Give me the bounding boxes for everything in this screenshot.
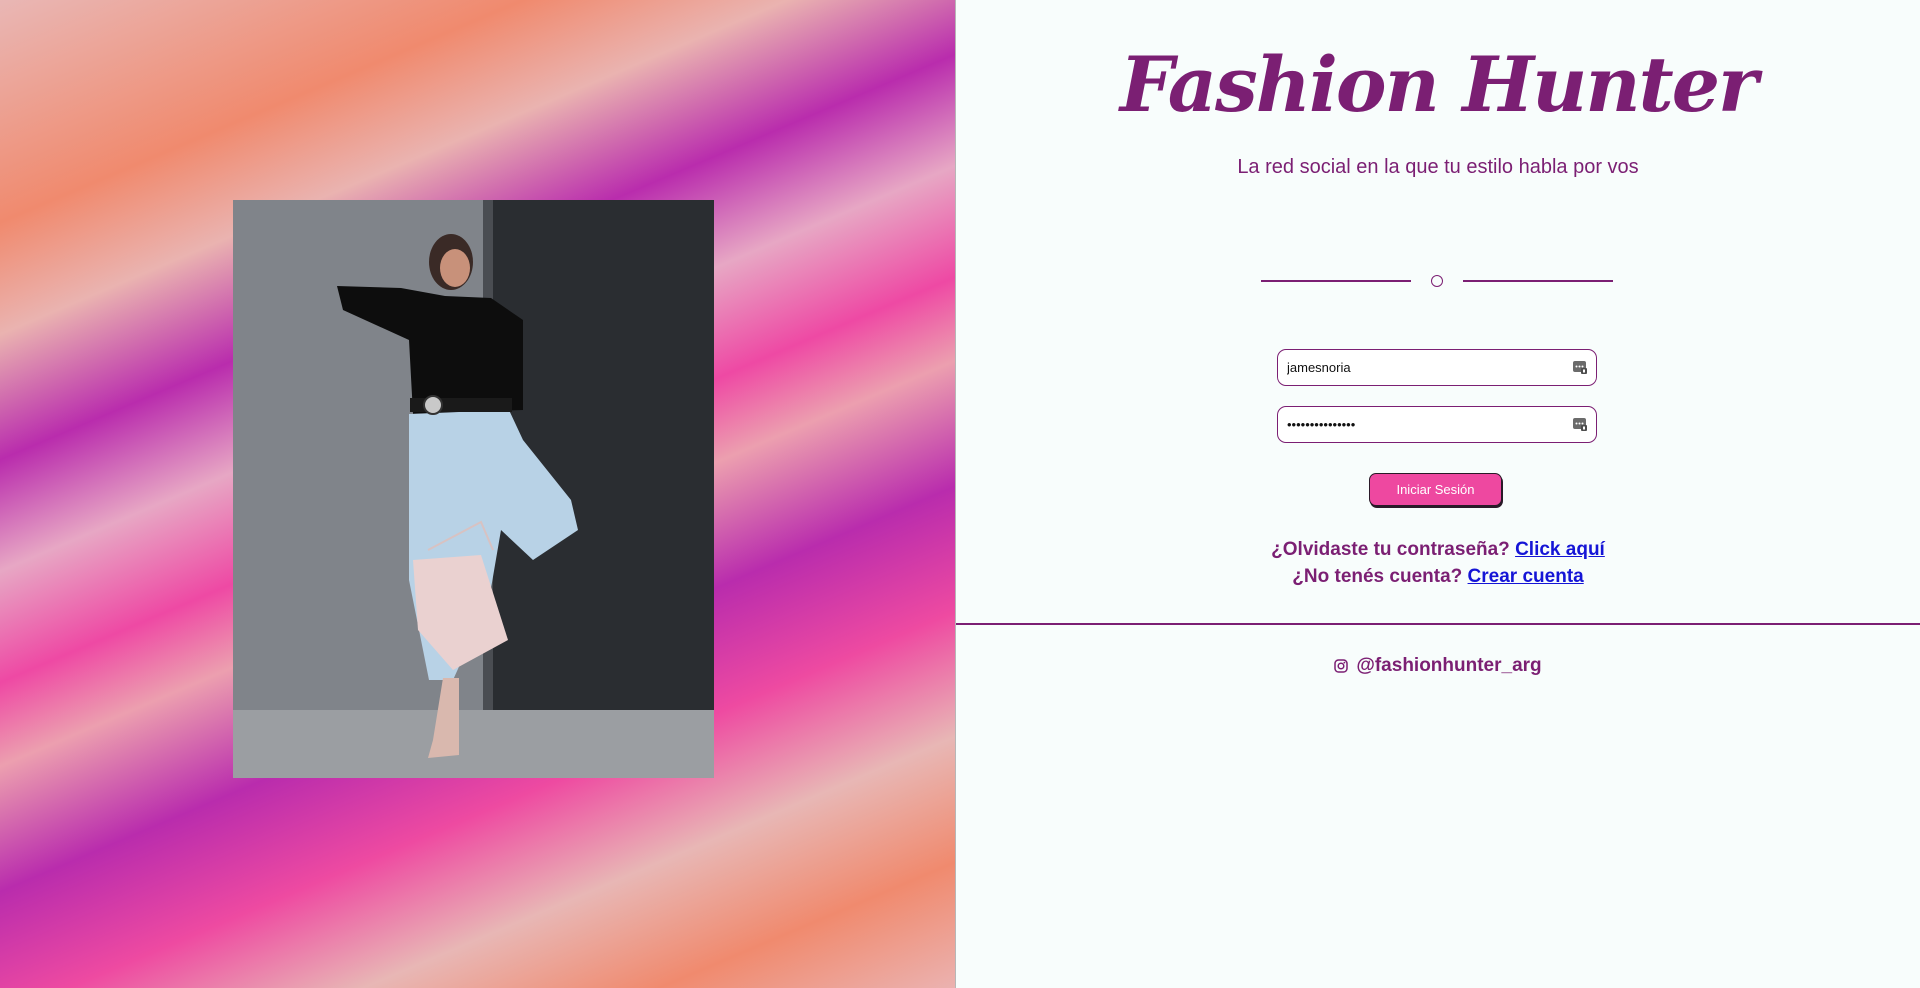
signup-prompt: ¿No tenés cuenta?	[1292, 566, 1463, 587]
brand-tagline: La red social en la que tu estilo habla …	[1237, 156, 1639, 178]
divider-line-right	[1463, 280, 1613, 282]
create-account-link[interactable]: Crear cuenta	[1468, 566, 1584, 587]
password-input[interactable]	[1287, 407, 1557, 442]
instagram-handle[interactable]: @fashionhunter_arg	[1356, 655, 1541, 676]
brand-title: Fashion Hunter	[1119, 40, 1758, 129]
divider-circle-icon	[1431, 275, 1443, 287]
hero-gradient-panel	[0, 0, 956, 988]
username-input[interactable]	[1287, 350, 1557, 385]
password-manager-key-icon[interactable]	[1572, 359, 1588, 375]
section-divider	[956, 623, 1920, 625]
divider-line-left	[1261, 280, 1411, 282]
signup-row: ¿No tenés cuenta? Crear cuenta	[956, 563, 1920, 590]
forgot-password-prompt: ¿Olvidaste tu contraseña?	[1271, 539, 1510, 560]
account-links: ¿Olvidaste tu contraseña? Click aquí ¿No…	[956, 536, 1920, 590]
password-manager-key-icon[interactable]	[1572, 416, 1588, 432]
password-field[interactable]	[1277, 406, 1597, 443]
login-button[interactable]: Iniciar Sesión	[1369, 473, 1502, 506]
decorative-divider	[1261, 274, 1613, 288]
username-field[interactable]	[1277, 349, 1597, 386]
forgot-password-row: ¿Olvidaste tu contraseña? Click aquí	[956, 536, 1920, 563]
forgot-password-link[interactable]: Click aquí	[1515, 539, 1605, 560]
login-panel: Fashion Hunter La red social en la que t…	[956, 0, 1920, 988]
social-handle[interactable]: @fashionhunter_arg	[956, 655, 1920, 677]
fashion-model-photo	[233, 200, 714, 778]
instagram-icon	[1334, 659, 1349, 673]
